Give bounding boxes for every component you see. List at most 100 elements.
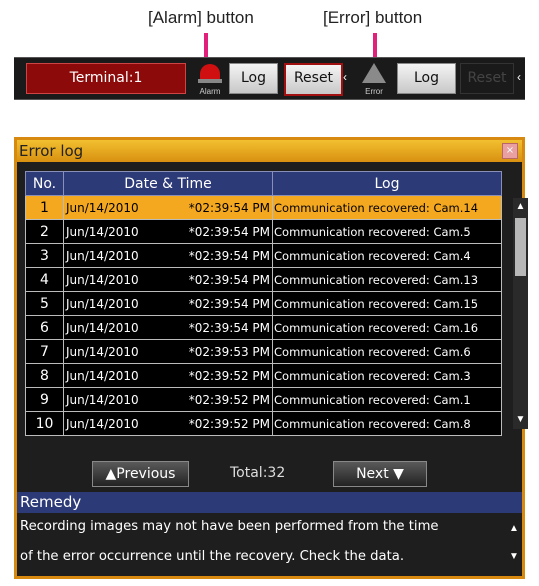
table-row[interactable]: 9 Jun/14/2010 *02:39:52 PM Communication re…	[25, 387, 502, 412]
scroll-up-arrow-icon[interactable]: ▲	[513, 200, 528, 214]
remedy-scroll-down-icon[interactable]: ▼	[507, 550, 521, 564]
alarm-button-callout: [Alarm] button	[148, 8, 254, 27]
alarm-button[interactable]: Alarm	[195, 61, 225, 97]
alarm-reset-button[interactable]: Reset	[284, 63, 343, 96]
row-date: Jun/14/2010	[66, 416, 139, 431]
row-log-message: Communication recovered: Cam.15	[272, 291, 502, 316]
row-date-time: Jun/14/2010 *02:39:52 PM	[63, 363, 273, 388]
remedy-scrollbar[interactable]: ▲ ▼	[507, 520, 521, 574]
table-row[interactable]: 6 Jun/14/2010 *02:39:54 PM Communication re…	[25, 315, 502, 340]
remedy-scroll-up-icon[interactable]: ▲	[507, 522, 521, 536]
alarm-collapse-arrow-icon[interactable]: ‹	[343, 70, 347, 84]
row-date-time: Jun/14/2010 *02:39:54 PM	[63, 243, 273, 268]
table-row[interactable]: 4 Jun/14/2010 *02:39:54 PM Communication re…	[25, 267, 502, 292]
error-log-table: No. Date & Time Log 1 Jun/14/2010 *02:39:5…	[25, 171, 502, 436]
row-time: *02:39:54 PM	[188, 320, 270, 335]
table-row[interactable]: 3 Jun/14/2010 *02:39:54 PM Communication re…	[25, 243, 502, 268]
window-title-bar: Error log ×	[17, 140, 522, 162]
row-number: 7	[25, 339, 64, 364]
row-time: *02:39:52 PM	[188, 392, 270, 407]
table-row[interactable]: 1 Jun/14/2010 *02:39:54 PM Communication re…	[25, 195, 502, 220]
row-number: 8	[25, 363, 64, 388]
row-date: Jun/14/2010	[66, 296, 139, 311]
error-log-window: Error log × No. Date & Time Log 1 Jun/14/…	[14, 137, 528, 579]
error-collapse-arrow-icon[interactable]: ‹	[517, 70, 521, 84]
table-row[interactable]: 10 Jun/14/2010 *02:39:52 PM Communication r…	[25, 411, 502, 436]
error-log-button[interactable]: Log	[397, 63, 456, 94]
remedy-text-line: Recording images may not have been perfo…	[20, 519, 439, 534]
row-time: *02:39:53 PM	[188, 344, 270, 359]
alarm-log-button[interactable]: Log	[229, 63, 278, 94]
row-date-time: Jun/14/2010 *02:39:54 PM	[63, 195, 273, 220]
row-number: 2	[25, 219, 64, 244]
row-log-message: Communication recovered: Cam.1	[272, 387, 502, 412]
alarm-lamp-base	[198, 79, 222, 83]
row-time: *02:39:54 PM	[188, 248, 270, 263]
error-button[interactable]: Error	[359, 61, 389, 97]
table-row[interactable]: 7 Jun/14/2010 *02:39:53 PM Communication re…	[25, 339, 502, 364]
error-reset-button: Reset	[460, 63, 514, 94]
row-date: Jun/14/2010	[66, 344, 139, 359]
terminal-indicator[interactable]: Terminal:1	[26, 63, 186, 94]
error-callout-line	[373, 33, 377, 57]
table-row[interactable]: 5 Jun/14/2010 *02:39:54 PM Communication re…	[25, 291, 502, 316]
row-date-time: Jun/14/2010 *02:39:54 PM	[63, 315, 273, 340]
row-date-time: Jun/14/2010 *02:39:54 PM	[63, 291, 273, 316]
row-number: 1	[25, 195, 64, 220]
row-log-message: Communication recovered: Cam.14	[272, 195, 502, 220]
row-number: 6	[25, 315, 64, 340]
row-log-message: Communication recovered: Cam.3	[272, 363, 502, 388]
warning-triangle-icon	[362, 63, 386, 83]
remedy-text-line: of the error occurrence until the recove…	[20, 549, 405, 564]
row-date-time: Jun/14/2010 *02:39:54 PM	[63, 219, 273, 244]
row-number: 9	[25, 387, 64, 412]
row-log-message: Communication recovered: Cam.6	[272, 339, 502, 364]
error-button-callout: [Error] button	[323, 8, 423, 27]
row-time: *02:39:54 PM	[188, 272, 270, 287]
close-icon[interactable]: ×	[502, 143, 518, 159]
row-number: 3	[25, 243, 64, 268]
pagination-row: ▲Previous Total:32 Next ▼	[17, 461, 522, 487]
row-date: Jun/14/2010	[66, 272, 139, 287]
row-date: Jun/14/2010	[66, 320, 139, 335]
next-button[interactable]: Next ▼	[333, 461, 427, 487]
alarm-callout-line	[204, 33, 208, 57]
status-bar: Terminal:1 Alarm Log Reset ‹ Error Log R…	[14, 57, 525, 100]
row-date-time: Jun/14/2010 *02:39:52 PM	[63, 387, 273, 412]
scroll-down-arrow-icon[interactable]: ▼	[513, 413, 528, 427]
row-number: 10	[25, 411, 64, 436]
table-row[interactable]: 8 Jun/14/2010 *02:39:52 PM Communication re…	[25, 363, 502, 388]
row-number: 5	[25, 291, 64, 316]
row-date: Jun/14/2010	[66, 200, 139, 215]
row-date: Jun/14/2010	[66, 224, 139, 239]
table-row[interactable]: 2 Jun/14/2010 *02:39:54 PM Communication re…	[25, 219, 502, 244]
error-icon-label: Error	[365, 87, 383, 96]
window-title: Error log	[19, 142, 84, 160]
row-time: *02:39:54 PM	[188, 224, 270, 239]
alarm-lamp-icon	[200, 64, 220, 80]
row-date: Jun/14/2010	[66, 392, 139, 407]
row-log-message: Communication recovered: Cam.13	[272, 267, 502, 292]
row-date-time: Jun/14/2010 *02:39:54 PM	[63, 267, 273, 292]
row-log-message: Communication recovered: Cam.16	[272, 315, 502, 340]
row-date: Jun/14/2010	[66, 368, 139, 383]
remedy-title: Remedy	[20, 493, 82, 511]
row-log-message: Communication recovered: Cam.4	[272, 243, 502, 268]
row-time: *02:39:52 PM	[188, 368, 270, 383]
table-scrollbar[interactable]: ▲ ▼	[513, 198, 528, 429]
row-log-message: Communication recovered: Cam.8	[272, 411, 502, 436]
total-count: Total:32	[230, 465, 286, 481]
column-header-date-time: Date & Time	[63, 171, 273, 196]
row-log-message: Communication recovered: Cam.5	[272, 219, 502, 244]
row-date: Jun/14/2010	[66, 248, 139, 263]
row-time: *02:39:54 PM	[188, 296, 270, 311]
row-number: 4	[25, 267, 64, 292]
row-date-time: Jun/14/2010 *02:39:52 PM	[63, 411, 273, 436]
alarm-icon-label: Alarm	[199, 87, 221, 96]
remedy-header: Remedy	[17, 492, 522, 513]
column-header-no: No.	[25, 171, 64, 196]
scroll-thumb[interactable]	[515, 218, 526, 276]
row-time: *02:39:54 PM	[188, 200, 270, 215]
row-time: *02:39:52 PM	[188, 416, 270, 431]
previous-button[interactable]: ▲Previous	[92, 461, 189, 487]
